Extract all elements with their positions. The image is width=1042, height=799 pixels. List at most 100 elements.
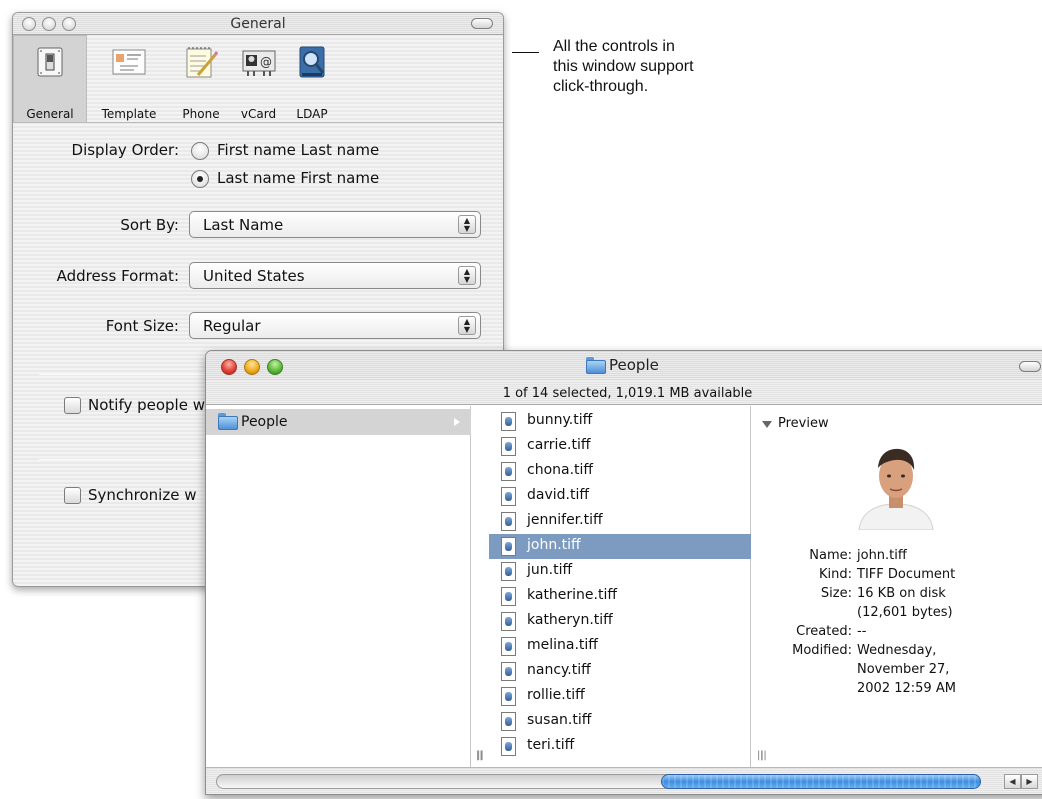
toolbar-vcard-button[interactable]: @ vCard — [231, 35, 286, 123]
radio-last-first-label[interactable]: Last name First name — [217, 169, 379, 187]
sort-by-value: Last Name — [203, 216, 284, 234]
preview-heading[interactable]: Preview — [778, 416, 829, 431]
ldap-directory-icon — [299, 46, 325, 78]
tiff-file-icon — [501, 562, 516, 581]
radio-first-last[interactable] — [191, 142, 209, 160]
scroll-right-icon[interactable]: ▶ — [1021, 774, 1038, 789]
callout-line-1: All the controls in — [553, 38, 675, 55]
horizontal-scrollbar[interactable]: ◀ ▶ — [206, 767, 1042, 794]
file-name: carrie.tiff — [527, 437, 591, 453]
notify-checkbox-label[interactable]: Notify people w — [88, 396, 205, 414]
notify-checkbox[interactable] — [64, 397, 81, 414]
column-1-item: People — [241, 414, 288, 430]
list-item[interactable]: chona.tiff — [489, 459, 751, 484]
file-name: melina.tiff — [527, 637, 598, 653]
list-item[interactable]: katheryn.tiff — [489, 609, 751, 634]
address-format-popup[interactable]: United States ▲ ▼ — [189, 262, 481, 289]
column-2: bunny.tiff carrie.tiff chona.tiff david.… — [477, 406, 764, 767]
list-item[interactable]: teri.tiff — [489, 734, 751, 759]
general-title-bar[interactable]: General — [13, 13, 503, 35]
font-size-label: Font Size: — [105, 317, 179, 335]
switch-icon — [37, 47, 63, 77]
toolbar-label: vCard — [240, 107, 277, 121]
file-name: david.tiff — [527, 487, 590, 503]
list-item[interactable]: rollie.tiff — [489, 684, 751, 709]
tiff-file-icon — [501, 687, 516, 706]
file-name: john.tiff — [527, 537, 581, 553]
info-modified-label: Modified: — [792, 643, 852, 658]
tiff-file-icon — [501, 437, 516, 456]
info-kind-label: Kind: — [818, 567, 852, 582]
file-name: teri.tiff — [527, 737, 575, 753]
synchronize-checkbox[interactable] — [64, 487, 81, 504]
font-size-popup[interactable]: Regular ▲ ▼ — [189, 312, 481, 339]
sort-by-popup[interactable]: Last Name ▲ ▼ — [189, 211, 481, 238]
toolbar-toggle-button[interactable] — [1019, 361, 1041, 372]
list-item-selected[interactable]: john.tiff — [489, 534, 751, 559]
screenshot-stage: General General Template Phone @ vCard L… — [0, 0, 1042, 799]
address-format-label: Address Format: — [56, 267, 179, 285]
sort-by-label: Sort By: — [120, 216, 179, 234]
tiff-file-icon — [501, 737, 516, 756]
scroll-thumb[interactable] — [661, 774, 981, 789]
font-size-value: Regular — [203, 317, 261, 335]
list-item[interactable]: carrie.tiff — [489, 434, 751, 459]
list-item[interactable]: jun.tiff — [489, 559, 751, 584]
tiff-file-icon — [501, 462, 516, 481]
notepad-phone-icon — [186, 47, 218, 78]
toolbar-general-button[interactable]: General — [13, 35, 87, 123]
file-name: jun.tiff — [527, 562, 573, 578]
list-item[interactable]: susan.tiff — [489, 709, 751, 734]
list-item-label[interactable]: People — [218, 413, 288, 430]
info-size-value: 16 KB on disk — [857, 586, 946, 601]
toolbar-ldap-button[interactable]: LDAP — [286, 35, 338, 123]
column-resize-handle[interactable]: || — [477, 750, 484, 761]
toolbar-toggle-button[interactable] — [471, 18, 493, 29]
tiff-file-icon — [501, 712, 516, 731]
toolbar-label: Template — [101, 107, 157, 121]
tiff-file-icon — [501, 662, 516, 681]
callout-line-3: click-through. — [553, 78, 649, 95]
radio-last-first[interactable] — [191, 170, 209, 188]
file-name: bunny.tiff — [527, 412, 593, 428]
prefs-toolbar: General Template Phone @ vCard LDAP — [13, 35, 503, 123]
radio-first-last-label[interactable]: First name Last name — [217, 141, 379, 159]
status-bar: 1 of 14 selected, 1,019.1 MB available — [206, 381, 1042, 405]
toolbar-phone-button[interactable]: Phone — [171, 35, 231, 123]
scroll-left-icon[interactable]: ◀ — [1004, 774, 1021, 789]
list-item[interactable]: melina.tiff — [489, 634, 751, 659]
tiff-file-icon — [501, 537, 516, 556]
minimize-button[interactable] — [244, 359, 260, 375]
list-item[interactable]: jennifer.tiff — [489, 509, 751, 534]
callout-leader-line — [512, 52, 539, 53]
finder-window: People 1 of 14 selected, 1,019.1 MB avai… — [205, 350, 1042, 795]
info-kind-value: TIFF Document — [857, 567, 956, 582]
info-name-label: Name: — [809, 548, 852, 563]
close-button[interactable] — [221, 359, 237, 375]
preview-thumbnail — [851, 434, 941, 530]
list-item[interactable]: katherine.tiff — [489, 584, 751, 609]
info-created-label: Created: — [796, 624, 852, 639]
vcard-icon: @ — [242, 50, 275, 76]
file-name: chona.tiff — [527, 462, 594, 478]
column-resize-handle[interactable]: || — [760, 750, 767, 761]
disclosure-triangle-icon[interactable] — [762, 421, 772, 428]
tiff-file-icon — [501, 487, 516, 506]
list-item[interactable]: bunny.tiff — [489, 409, 751, 434]
card-template-icon — [112, 49, 146, 75]
preview-column: Preview Name: john.tiff Kind: TIFF Docum… — [752, 406, 1042, 767]
info-size-bytes: (12,601 bytes) — [857, 605, 953, 620]
list-item[interactable]: david.tiff — [489, 484, 751, 509]
list-item[interactable]: nancy.tiff — [489, 659, 751, 684]
toolbar-template-button[interactable]: Template — [87, 35, 171, 123]
file-name: katheryn.tiff — [527, 612, 613, 628]
toolbar-label: General — [26, 107, 74, 121]
popup-arrows-icon: ▲ ▼ — [458, 266, 476, 285]
toolbar-label: Phone — [182, 107, 220, 121]
zoom-button[interactable] — [267, 359, 283, 375]
finder-title-bar[interactable]: People — [206, 351, 1042, 381]
svg-text:@: @ — [260, 55, 272, 69]
synchronize-checkbox-label[interactable]: Synchronize w — [88, 486, 197, 504]
info-size-label: Size: — [820, 586, 852, 601]
display-order-label: Display Order: — [71, 141, 179, 159]
